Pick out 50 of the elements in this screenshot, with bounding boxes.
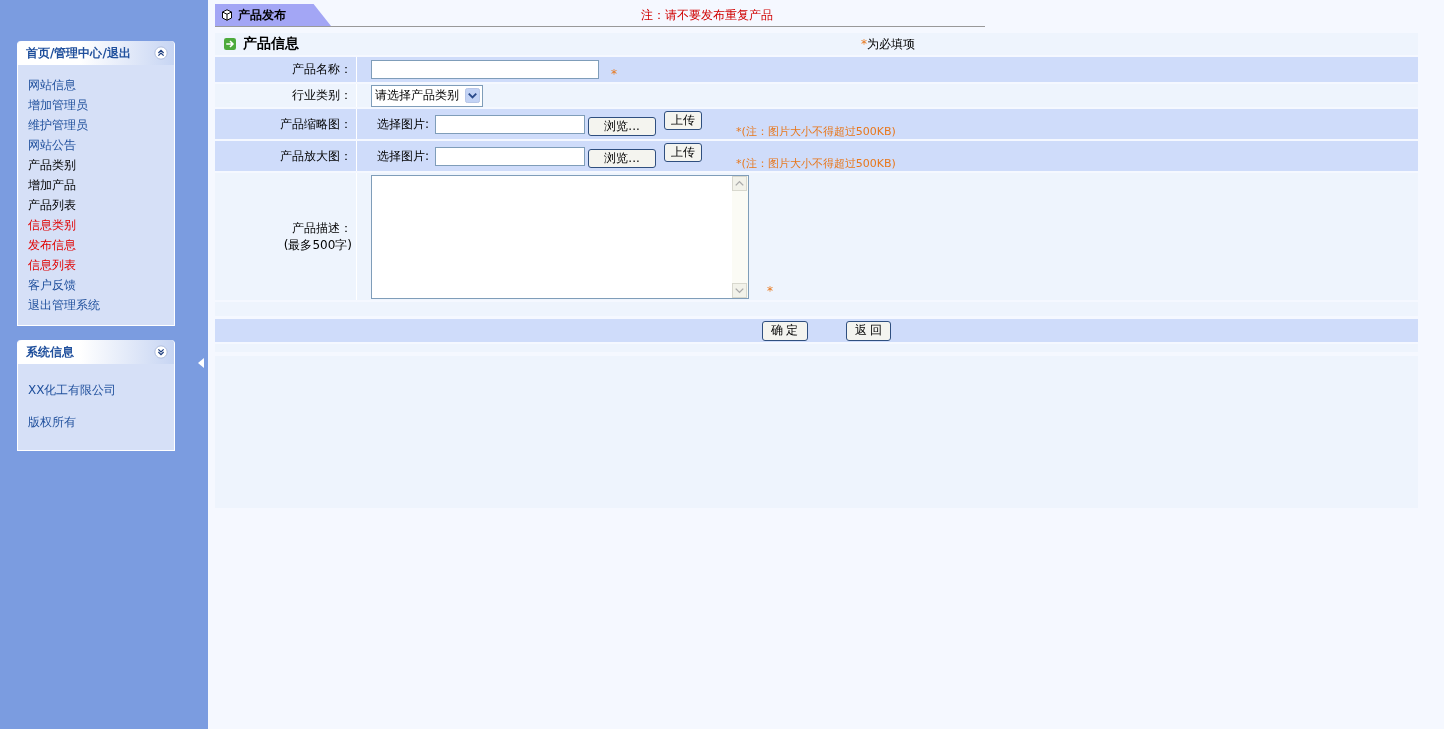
section-title: 产品信息 xyxy=(243,35,300,53)
sidebar-link[interactable]: 产品列表 xyxy=(28,195,76,215)
sidebar-link[interactable]: 信息列表 xyxy=(28,255,76,275)
category-dropdown[interactable]: 请选择产品类别 xyxy=(371,84,483,107)
field-label: 选择图片: xyxy=(377,115,430,133)
browse-button[interactable]: 浏览... xyxy=(588,148,657,168)
field-label: 产品名称： xyxy=(292,61,352,78)
file-path-field[interactable] xyxy=(435,146,586,166)
collapse-arrow-icon xyxy=(198,358,204,368)
scroll-up-icon xyxy=(732,176,747,191)
required-note: *为必填项 xyxy=(861,35,915,53)
field-hint: (最多500字) xyxy=(283,236,352,254)
required-mark: * xyxy=(611,66,617,81)
panel-title: 系统信息 xyxy=(26,343,74,361)
sidebar-link[interactable]: 退出管理系统 xyxy=(28,295,100,315)
field-label: 产品缩略图： xyxy=(280,115,352,133)
notice-text: 注：请不要发布重复产品 xyxy=(641,6,773,24)
cube-icon xyxy=(221,9,233,21)
confirm-button[interactable]: 确 定 xyxy=(761,320,808,341)
sidebar-link[interactable]: XX化工有限公司 xyxy=(28,380,117,400)
sidebar-link[interactable]: 客户反馈 xyxy=(28,275,76,295)
field-label: 产品放大图： xyxy=(280,147,352,165)
panel-title: 首页/管理中心/退出 xyxy=(26,44,131,62)
sidebar-link[interactable]: 增加产品 xyxy=(28,175,76,195)
scroll-down-icon xyxy=(732,283,747,298)
upload-button[interactable]: 上传 xyxy=(664,111,703,130)
field-label: 选择图片: xyxy=(377,147,430,165)
sidebar-link[interactable]: 维护管理员 xyxy=(28,115,88,135)
tab[interactable]: 产品发布 xyxy=(215,4,331,26)
sidebar-link[interactable]: 信息类别 xyxy=(28,215,76,235)
arrow-right-icon xyxy=(224,38,236,50)
sidebar-link[interactable]: 网站公告 xyxy=(28,135,76,155)
upload-button[interactable]: 上传 xyxy=(664,143,703,162)
sidebar-link[interactable]: 产品类别 xyxy=(28,155,76,175)
sidebar-link[interactable]: 发布信息 xyxy=(28,235,76,255)
field-label: 行业类别： xyxy=(292,87,352,104)
chevron-icon xyxy=(154,345,168,359)
description-textarea[interactable] xyxy=(371,175,749,299)
sidebar-link[interactable]: 版权所有 xyxy=(28,412,76,432)
required-mark: * xyxy=(767,284,773,298)
file-path-field[interactable] xyxy=(435,114,586,134)
size-note: *(注：图片大小不得超过500KB) xyxy=(736,155,896,171)
size-note: *(注：图片大小不得超过500KB) xyxy=(736,123,896,139)
back-button[interactable]: 返 回 xyxy=(845,320,892,341)
browse-button[interactable]: 浏览... xyxy=(588,116,657,136)
field-label: 产品描述： xyxy=(292,219,352,237)
input-field[interactable] xyxy=(371,60,599,79)
sidebar-link[interactable]: 网站信息 xyxy=(28,75,76,95)
chevron-icon xyxy=(154,46,168,60)
sidebar-link[interactable]: 增加管理员 xyxy=(28,95,88,115)
